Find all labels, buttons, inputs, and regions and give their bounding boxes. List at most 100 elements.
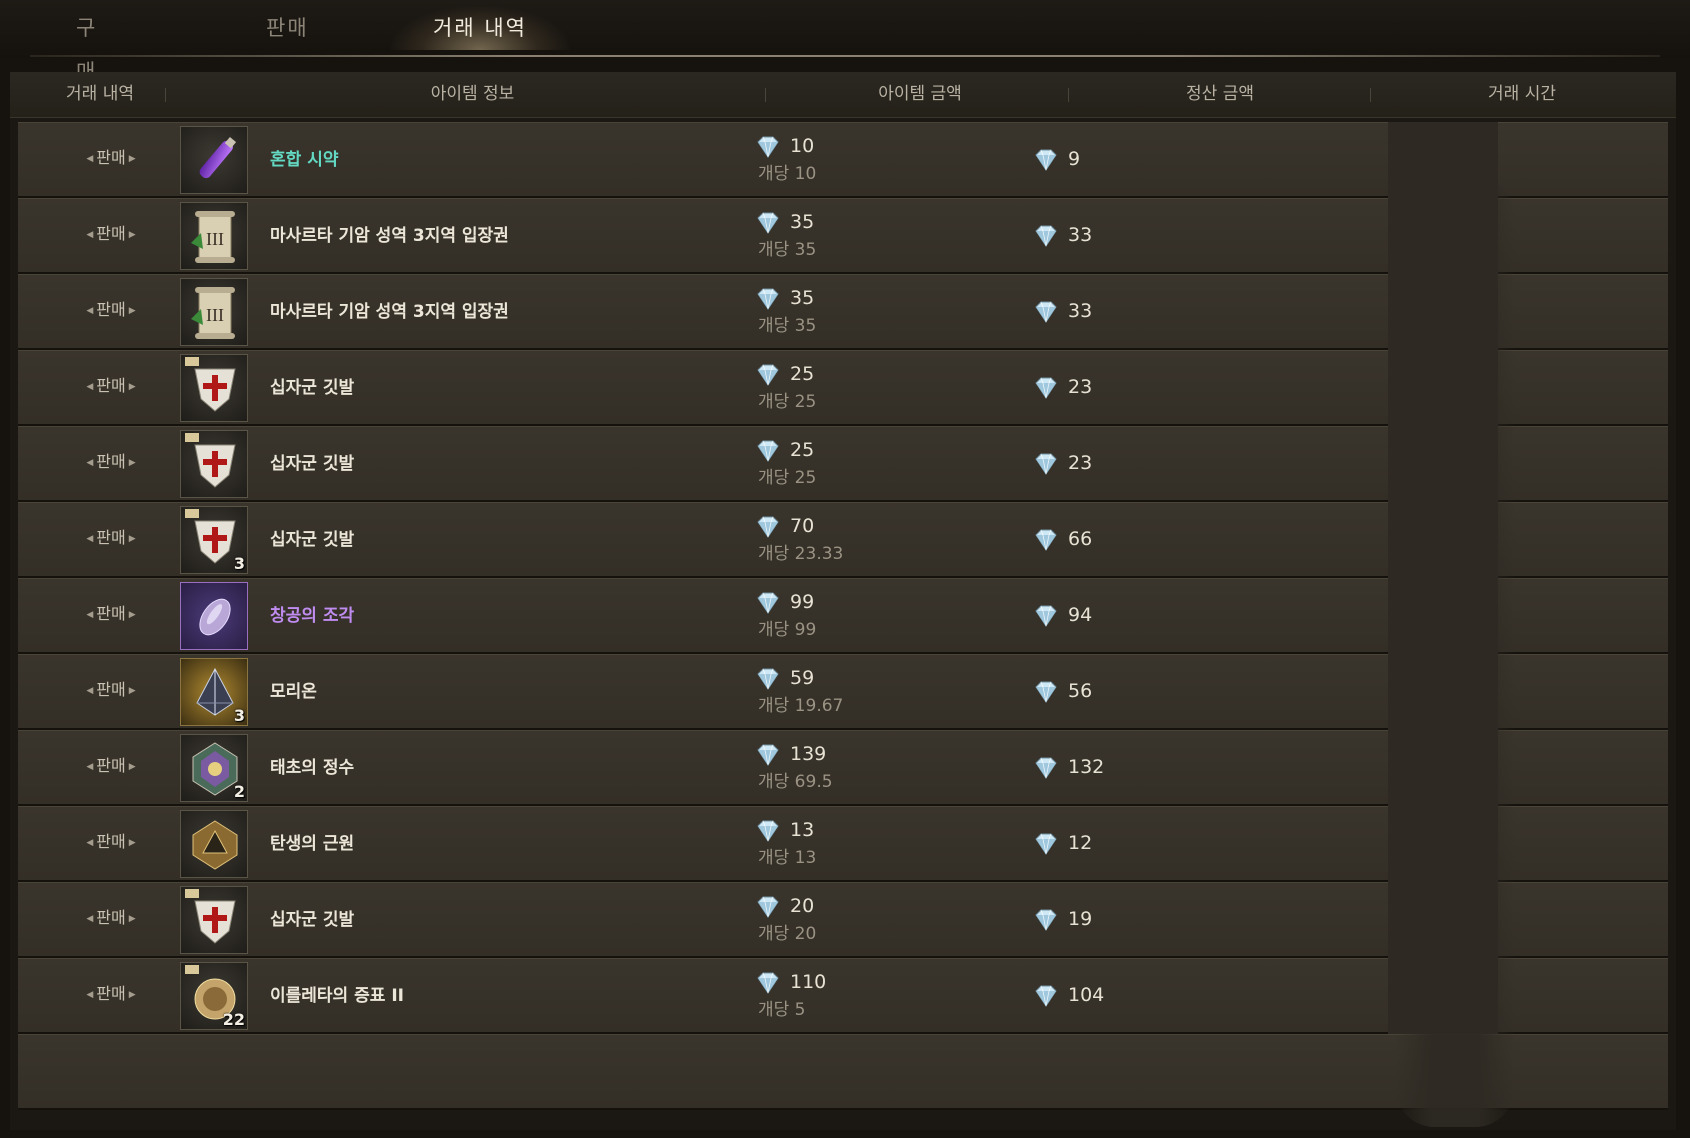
diamond-currency-icon — [754, 591, 790, 614]
item-price-value: 20 — [790, 895, 815, 917]
diamond-currency-icon — [754, 819, 790, 842]
arrow-left-icon: ◀ — [86, 913, 94, 924]
irleta-token-icon[interactable]: 22 — [180, 962, 248, 1030]
arrow-right-icon: ▶ — [128, 609, 136, 620]
arrow-left-icon: ◀ — [86, 533, 94, 544]
unit-price: 개당 23.33 — [758, 544, 844, 564]
entry-ticket-scroll-icon[interactable]: III — [180, 202, 248, 270]
trade-type-label: 판매 — [96, 908, 126, 927]
item-quantity: 3 — [233, 706, 245, 725]
unit-price: 개당 10 — [758, 164, 817, 184]
item-price: 139 — [754, 742, 826, 766]
item-price: 110 — [754, 970, 826, 994]
column-settlement: 정산 금액 — [1186, 84, 1254, 104]
morion-crystal-icon[interactable]: 3 — [180, 658, 248, 726]
item-price: 99 — [754, 590, 814, 614]
settlement-value: 104 — [1068, 984, 1105, 1006]
tab-trade-history[interactable]: 거래 내역 — [390, 6, 570, 50]
diamond-currency-icon — [754, 211, 790, 234]
diamond-currency-icon — [1032, 452, 1068, 475]
arrow-left-icon: ◀ — [86, 305, 94, 316]
settlement-value: 19 — [1068, 908, 1093, 930]
diamond-currency-icon — [1032, 680, 1068, 703]
trade-type-label: 판매 — [96, 224, 126, 243]
arrow-right-icon: ▶ — [128, 229, 136, 240]
settlement-value: 132 — [1068, 756, 1105, 778]
trade-type-label: 판매 — [96, 300, 126, 319]
crusader-flag-icon[interactable] — [180, 430, 248, 498]
item-quantity: 22 — [222, 1010, 245, 1029]
trade-type: ◀ 판매 ▶ — [56, 426, 166, 502]
settlement-value: 23 — [1068, 376, 1093, 398]
arrow-left-icon: ◀ — [86, 837, 94, 848]
settlement-amount: 12 — [1032, 830, 1092, 856]
arrow-left-icon: ◀ — [86, 381, 94, 392]
unit-price: 개당 5 — [758, 1000, 806, 1020]
arrow-right-icon: ▶ — [128, 913, 136, 924]
item-price-value: 25 — [790, 439, 815, 461]
trade-type-label: 판매 — [96, 376, 126, 395]
arrow-left-icon: ◀ — [86, 761, 94, 772]
settlement-value: 33 — [1068, 300, 1093, 322]
tab-sell[interactable]: 판매 — [266, 6, 326, 50]
item-price: 13 — [754, 818, 814, 842]
settlement-amount: 33 — [1032, 298, 1092, 324]
diamond-currency-icon — [1032, 376, 1068, 399]
diamond-currency-icon — [1032, 604, 1068, 627]
trade-type-label: 판매 — [96, 148, 126, 167]
item-price: 25 — [754, 438, 814, 462]
arrow-left-icon: ◀ — [86, 153, 94, 164]
trade-type: ◀ 판매 ▶ — [56, 198, 166, 274]
tab-underline — [30, 55, 1660, 57]
unit-price: 개당 99 — [758, 620, 817, 640]
settlement-amount: 9 — [1032, 146, 1080, 172]
unit-price: 개당 13 — [758, 848, 817, 868]
item-price: 59 — [754, 666, 814, 690]
arrow-right-icon: ▶ — [128, 685, 136, 696]
crusader-flag-icon[interactable] — [180, 354, 248, 422]
arrow-right-icon: ▶ — [128, 837, 136, 848]
trade-type: ◀ 판매 ▶ — [56, 122, 166, 198]
trade-type-label: 판매 — [96, 680, 126, 699]
header-divider — [1370, 88, 1371, 102]
settlement-value: 12 — [1068, 832, 1093, 854]
diamond-currency-icon — [754, 439, 790, 462]
settlement-amount: 104 — [1032, 982, 1104, 1008]
item-name: 혼합 시약 — [270, 150, 339, 170]
settlement-amount: 132 — [1032, 754, 1104, 780]
sky-fragment-icon[interactable] — [180, 582, 248, 650]
item-price-value: 13 — [790, 819, 815, 841]
settlement-value: 23 — [1068, 452, 1093, 474]
diamond-currency-icon — [754, 895, 790, 918]
entry-ticket-scroll-icon[interactable]: III — [180, 278, 248, 346]
item-price-value: 35 — [790, 211, 815, 233]
mixed-reagent-icon[interactable] — [180, 126, 248, 194]
tab-buy[interactable]: 구매 — [76, 6, 116, 84]
svg-text:III: III — [206, 305, 224, 325]
primordial-essence-icon[interactable]: 2 — [180, 734, 248, 802]
arrow-right-icon: ▶ — [128, 153, 136, 164]
table-header: 거래 내역 아이템 정보 아이템 금액 정산 금액 거래 시간 — [10, 72, 1676, 118]
column-time: 거래 시간 — [1488, 84, 1556, 104]
item-price: 35 — [754, 210, 814, 234]
trade-type-label: 판매 — [96, 832, 126, 851]
unit-price: 개당 69.5 — [758, 772, 833, 792]
settlement-value: 94 — [1068, 604, 1093, 626]
diamond-currency-icon — [754, 287, 790, 310]
origin-of-birth-icon[interactable] — [180, 810, 248, 878]
arrow-left-icon: ◀ — [86, 229, 94, 240]
item-name: 십자군 깃발 — [270, 454, 355, 474]
settlement-amount: 19 — [1032, 906, 1092, 932]
trade-type-label: 판매 — [96, 604, 126, 623]
crusader-flag-icon[interactable]: 3 — [180, 506, 248, 574]
diamond-currency-icon — [754, 515, 790, 538]
trade-type: ◀ 판매 ▶ — [56, 654, 166, 730]
item-price-value: 139 — [790, 743, 827, 765]
crusader-flag-icon[interactable] — [180, 886, 248, 954]
arrow-left-icon: ◀ — [86, 457, 94, 468]
diamond-currency-icon — [754, 135, 790, 158]
item-name: 모리온 — [270, 682, 317, 702]
item-price: 25 — [754, 362, 814, 386]
item-name: 십자군 깃발 — [270, 378, 355, 398]
item-name: 창공의 조각 — [270, 606, 355, 626]
